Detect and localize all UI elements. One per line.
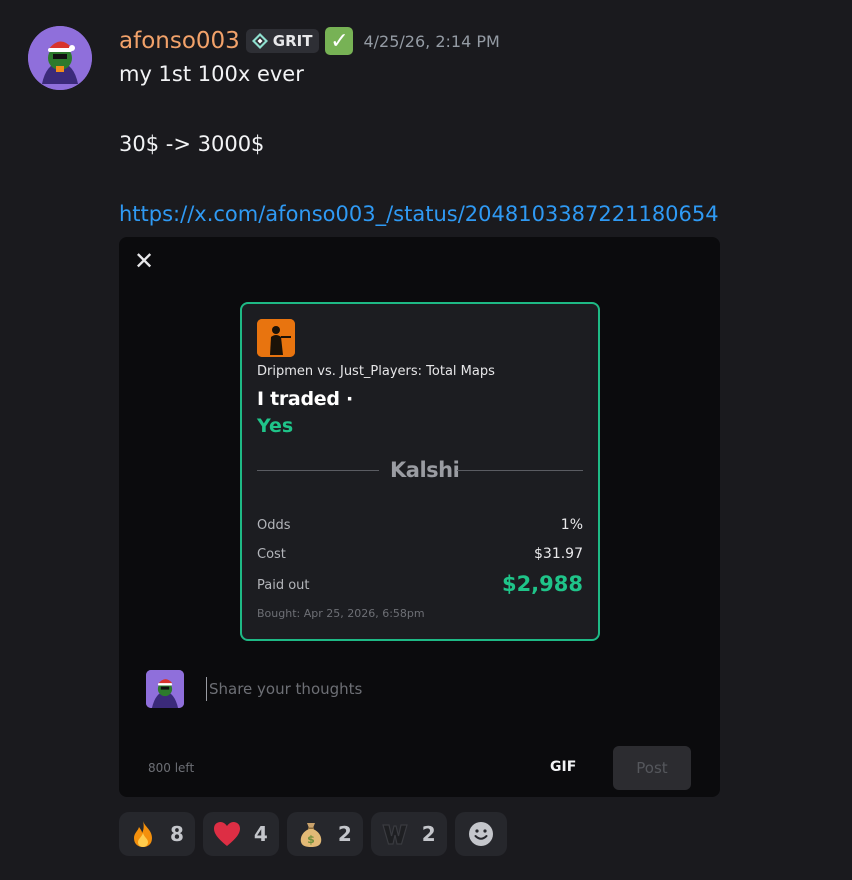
reaction-count: 2 bbox=[421, 822, 436, 846]
message-link[interactable]: https://x.com/afonso003_/status/20481033… bbox=[119, 202, 719, 226]
trade-side: Yes bbox=[257, 415, 294, 437]
message-line-1: my 1st 100x ever bbox=[119, 62, 304, 86]
user-avatar[interactable] bbox=[28, 26, 92, 90]
heart-icon bbox=[213, 822, 240, 846]
chars-left: 800 left bbox=[148, 761, 195, 775]
embed-panel: ✕ Dripmen vs. Just_Players: Total Maps I… bbox=[119, 237, 720, 797]
odds-value: 1% bbox=[560, 517, 583, 533]
reaction-w[interactable]: 2 bbox=[370, 812, 447, 856]
trade-card: Dripmen vs. Just_Players: Total Maps I t… bbox=[240, 302, 600, 641]
w-letter-icon bbox=[381, 824, 408, 845]
close-icon[interactable]: ✕ bbox=[134, 247, 154, 275]
bought-date: Bought: Apr 25, 2026, 6:58pm bbox=[257, 607, 425, 620]
message-header: afonso003 GRIT ✓ 4/25/26, 2:14 PM bbox=[119, 26, 500, 56]
reaction-heart[interactable]: 4 bbox=[202, 812, 279, 856]
post-button[interactable]: Post bbox=[613, 746, 691, 790]
divider-right bbox=[457, 470, 583, 471]
cost-label: Cost bbox=[257, 547, 286, 562]
reaction-count: 8 bbox=[170, 822, 184, 846]
reaction-fire[interactable]: 8 bbox=[119, 812, 195, 856]
username[interactable]: afonso003 bbox=[119, 28, 240, 54]
cost-value: $31.97 bbox=[534, 546, 583, 562]
reaction-count: 4 bbox=[253, 822, 268, 846]
odds-label: Odds bbox=[257, 518, 291, 533]
money-bag-icon: $ bbox=[300, 823, 322, 847]
market-title: Dripmen vs. Just_Players: Total Maps bbox=[257, 364, 495, 379]
reactions-bar: 8 4 $ 2 2 bbox=[119, 812, 507, 856]
smiley-icon bbox=[468, 822, 493, 846]
reaction-money-bag[interactable]: $ 2 bbox=[286, 812, 363, 856]
brand-logo: Kalshi bbox=[390, 458, 460, 482]
traded-label: I traded · bbox=[257, 388, 353, 410]
timestamp: 4/25/26, 2:14 PM bbox=[363, 31, 500, 51]
market-image-icon bbox=[257, 319, 295, 357]
check-mark-icon: ✓ bbox=[325, 27, 354, 55]
guild-tag-label: GRIT bbox=[272, 32, 313, 50]
guild-tag[interactable]: GRIT bbox=[245, 29, 320, 53]
paid-value: $2,988 bbox=[501, 572, 583, 596]
thoughts-input[interactable] bbox=[206, 677, 569, 701]
add-reaction-button[interactable] bbox=[454, 812, 507, 856]
composer-avatar bbox=[146, 670, 184, 708]
paid-label: Paid out bbox=[257, 578, 310, 593]
gif-button[interactable]: GIF bbox=[550, 759, 576, 775]
divider-left bbox=[257, 470, 379, 471]
diamond-icon bbox=[251, 33, 268, 49]
fire-icon bbox=[134, 821, 152, 847]
reaction-count: 2 bbox=[337, 822, 352, 846]
svg-text:$: $ bbox=[307, 833, 315, 846]
message-line-2: 30$ -> 3000$ bbox=[119, 132, 265, 156]
